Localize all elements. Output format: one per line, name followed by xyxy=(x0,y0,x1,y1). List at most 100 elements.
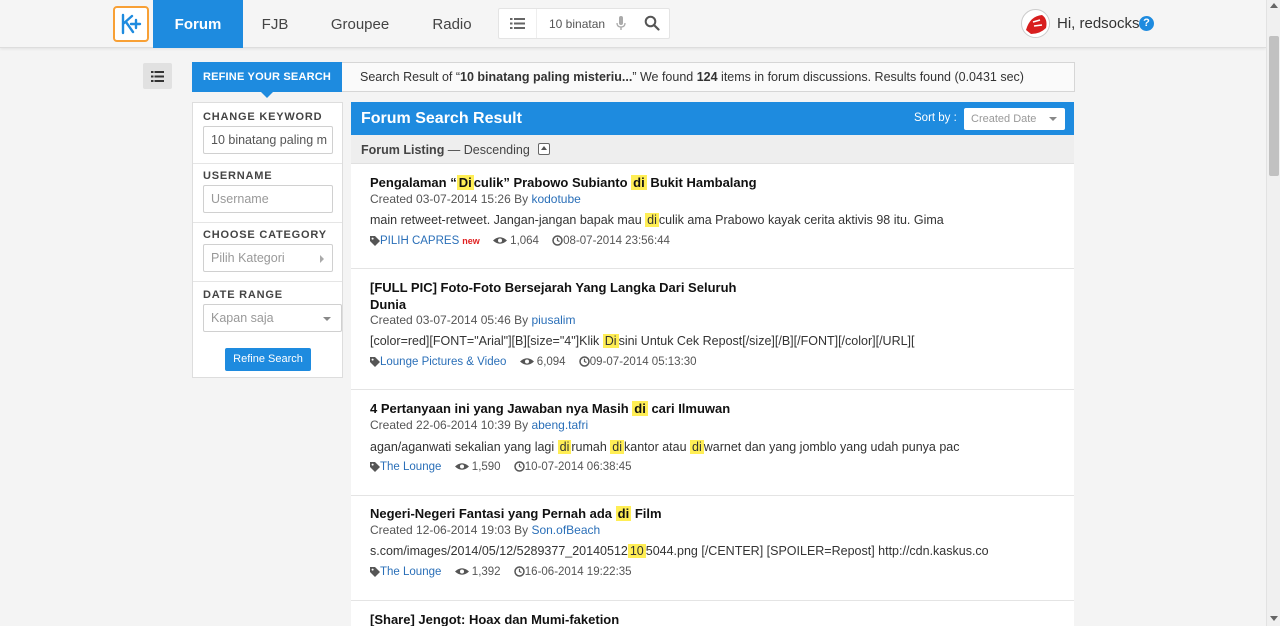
panel-divider xyxy=(193,281,342,282)
nav-forum[interactable]: Forum xyxy=(153,0,243,48)
list-toggle-icon xyxy=(151,70,164,82)
panel-divider xyxy=(193,222,342,223)
keyword-input[interactable]: 10 binatang paling m xyxy=(203,126,333,154)
search-input[interactable]: 10 binatan xyxy=(549,17,607,31)
author-link[interactable]: Son.ofBeach xyxy=(531,523,600,537)
sidebar-toggle-button[interactable] xyxy=(143,63,172,89)
last-post-time: 10-07-2014 06:38:45 xyxy=(524,461,632,473)
kaskus-logo[interactable] xyxy=(113,6,149,42)
results-header: Forum Search Result Sort by : Created Da… xyxy=(351,102,1074,135)
author-link[interactable]: piusalim xyxy=(531,313,575,327)
keyword-label: CHANGE KEYWORD xyxy=(203,111,323,123)
username-input[interactable]: Username xyxy=(203,185,333,213)
result-item: [Share] Jengot: Hoax dan Mumi-faketion xyxy=(351,601,1074,626)
result-title[interactable]: Pengalaman “Di culik” Prabowo Subianto di… xyxy=(370,174,757,191)
result-item: Negeri-Negeri Fantasi yang Pernah ada di… xyxy=(351,496,1074,601)
eye-icon xyxy=(492,237,507,245)
result-footer: Lounge Pictures & Video 6,094 09-07-2014… xyxy=(370,356,697,368)
help-icon[interactable]: ? xyxy=(1139,16,1154,31)
sort-label: Sort by : xyxy=(914,112,957,124)
list-icon[interactable] xyxy=(510,17,525,30)
summary-suffix: items in forum discussions. Results foun… xyxy=(717,70,1024,84)
view-count: 1,392 xyxy=(471,566,501,578)
category-placeholder: Pilih Kategori xyxy=(211,251,285,265)
avatar-image-icon xyxy=(1022,10,1049,37)
result-title[interactable]: [FULL PIC] Foto-Foto Bersejarah Yang Lan… xyxy=(370,279,736,313)
eye-icon xyxy=(454,463,469,471)
summary-count: 124 xyxy=(696,70,718,84)
nav-groupee[interactable]: Groupee xyxy=(322,0,398,48)
refine-panel: CHANGE KEYWORD 10 binatang paling m USER… xyxy=(192,102,343,378)
result-title[interactable]: 4 Pertanyaan ini yang Jawaban nya Masih … xyxy=(370,400,730,417)
last-post-time: 16-06-2014 19:22:35 xyxy=(524,566,632,578)
panel-divider xyxy=(193,163,342,164)
author-link[interactable]: kodotube xyxy=(531,192,580,206)
user-greeting[interactable]: Hi, redsocks xyxy=(1057,15,1140,32)
search-summary: Search Result of “10 binatang paling mis… xyxy=(342,62,1075,92)
last-post-time: 08-07-2014 23:56:44 xyxy=(563,235,670,247)
tag-icon xyxy=(370,461,380,472)
result-title[interactable]: Negeri-Negeri Fantasi yang Pernah ada di… xyxy=(370,505,662,522)
result-title[interactable]: [Share] Jengot: Hoax dan Mumi-faketion xyxy=(370,611,619,626)
date-range-value: Kapan saja xyxy=(211,311,274,325)
tag-icon xyxy=(370,235,380,246)
date-range-select[interactable]: Kapan saja xyxy=(203,304,342,332)
refine-search-tab[interactable]: REFINE YOUR SEARCH xyxy=(192,62,342,98)
username-label: USERNAME xyxy=(203,170,273,182)
result-footer: PILIH CAPRES new 1,064 08-07-2014 23:56:4… xyxy=(370,235,670,247)
category-link[interactable]: PILIH CAPRES xyxy=(380,235,459,247)
view-count: 6,094 xyxy=(536,356,566,368)
category-link[interactable]: Lounge Pictures & Video xyxy=(380,356,506,368)
summary-query: 10 binatang paling misteriu... xyxy=(460,70,633,84)
category-link[interactable]: The Lounge xyxy=(380,566,441,578)
sort-select[interactable]: Created Date xyxy=(964,108,1065,130)
summary-prefix: Search Result of “ xyxy=(360,70,461,84)
result-item: [FULL PIC] Foto-Foto Bersejarah Yang Lan… xyxy=(351,269,1074,390)
scroll-up-arrow-icon[interactable] xyxy=(1270,3,1278,8)
listing-order: — Descending xyxy=(444,143,530,157)
clock-icon xyxy=(514,566,525,578)
summary-mid: ” We found xyxy=(632,70,697,84)
scroll-thumb[interactable] xyxy=(1269,36,1279,176)
user-avatar[interactable] xyxy=(1021,9,1050,38)
result-snippet: s.com/images/2014/05/12/5289377_20140512… xyxy=(370,544,989,558)
search-bar[interactable]: 10 binatan xyxy=(498,8,670,39)
category-label: CHOOSE CATEGORY xyxy=(203,229,327,241)
sort-value: Created Date xyxy=(971,113,1037,125)
nav-fjb[interactable]: FJB xyxy=(250,0,300,48)
result-meta: Created 22-06-2014 10:39 By abeng.tafri xyxy=(370,418,589,432)
last-post-time: 09-07-2014 05:13:30 xyxy=(589,356,697,368)
collapse-toggle-icon[interactable] xyxy=(538,143,550,155)
search-icon[interactable] xyxy=(644,15,660,31)
page-scrollbar[interactable] xyxy=(1266,0,1280,626)
scroll-down-arrow-icon[interactable] xyxy=(1270,616,1278,621)
microphone-icon[interactable] xyxy=(616,16,626,31)
clock-icon xyxy=(552,235,563,247)
view-count: 1,590 xyxy=(471,461,501,473)
result-meta: Created 03-07-2014 05:46 By piusalim xyxy=(370,313,576,327)
result-snippet: [color=red][FONT="Arial"][B][size="4"]Kl… xyxy=(370,334,915,348)
eye-icon xyxy=(454,568,469,576)
clock-icon xyxy=(579,356,590,368)
clock-icon xyxy=(514,461,525,473)
author-link[interactable]: abeng.tafri xyxy=(531,418,588,432)
new-badge: new xyxy=(462,236,480,246)
tag-icon xyxy=(370,566,380,577)
listing-label: Forum Listing xyxy=(361,143,445,157)
refine-search-button[interactable]: Refine Search xyxy=(225,348,311,371)
results-title: Forum Search Result xyxy=(361,110,522,127)
forum-listing-bar: Forum Listing — Descending xyxy=(351,135,1074,164)
chevron-right-icon xyxy=(320,255,324,263)
view-count: 1,064 xyxy=(510,235,539,247)
result-item: Pengalaman “Di culik” Prabowo Subianto di… xyxy=(351,164,1074,269)
top-navbar: Forum FJB Groupee Radio 10 binatan Hi, r… xyxy=(0,0,1266,48)
category-link[interactable]: The Lounge xyxy=(380,461,441,473)
kaskus-logo-icon xyxy=(121,13,142,35)
result-snippet: main retweet-retweet. Jangan-jangan bapa… xyxy=(370,213,944,227)
result-item: 4 Pertanyaan ini yang Jawaban nya Masih … xyxy=(351,390,1074,496)
nav-radio[interactable]: Radio xyxy=(424,0,480,48)
category-select[interactable]: Pilih Kategori xyxy=(203,244,333,272)
date-range-label: DATE RANGE xyxy=(203,289,283,301)
chevron-down-icon xyxy=(1049,117,1057,121)
result-meta: Created 03-07-2014 15:26 By kodotube xyxy=(370,192,581,206)
